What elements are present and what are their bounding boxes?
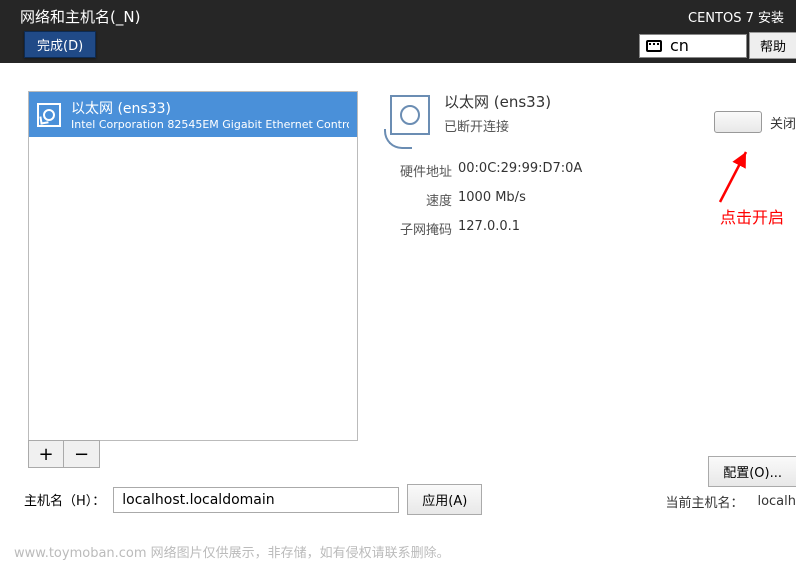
hw-value: 00:0C:29:99:D7:0A [458,161,582,180]
network-item-desc: Intel Corporation 82545EM Gigabit Ethern… [71,118,349,131]
header-bar: 网络和主机名(_N) 完成(D) CENTOS 7 安装 cn 帮助 [0,0,796,63]
mask-value: 127.0.0.1 [458,219,520,238]
watermark-text: www.toymoban.com 网络图片仅供展示，非存储，如有侵权请联系删除。 [14,542,450,561]
page-title: 网络和主机名(_N) [20,6,140,27]
install-label: CENTOS 7 安装 [639,7,796,26]
network-list-item[interactable]: 以太网 (ens33) Intel Corporation 82545EM Gi… [29,92,357,137]
remove-network-button[interactable]: − [64,440,100,468]
list-buttons: + − [28,440,358,468]
current-hostname-value: localh [757,494,796,509]
detail-title: 以太网 (ens33) [444,91,551,112]
keyboard-layout-value: cn [670,36,689,55]
hostname-row: 主机名（H）： 应用(A) [24,484,482,515]
ethernet-large-icon [390,95,430,135]
ethernet-icon [37,103,61,127]
network-item-title: 以太网 (ens33) [71,98,349,118]
network-list[interactable]: 以太网 (ens33) Intel Corporation 82545EM Gi… [28,91,358,441]
keyboard-layout-selector[interactable]: cn [639,34,747,58]
hostname-label: 主机名（H）： [24,490,105,509]
hostname-input[interactable] [113,487,399,513]
speed-label: 速度 [390,190,452,209]
content-area: 以太网 (ens33) Intel Corporation 82545EM Gi… [0,63,796,468]
detail-panel: 以太网 (ens33) 已断开连接 硬件地址 00:0C:29:99:D7:0A… [390,91,796,468]
toggle-state-label: 关闭 [770,113,796,132]
network-list-panel: 以太网 (ens33) Intel Corporation 82545EM Gi… [28,91,358,468]
annotation-text: 点击开启 [720,204,784,228]
connection-toggle[interactable] [714,111,762,133]
keyboard-icon [646,40,662,52]
current-hostname-label: 当前主机名： [665,492,743,511]
mask-label: 子网掩码 [390,219,452,238]
configure-button[interactable]: 配置(O)... [708,456,796,487]
done-button[interactable]: 完成(D) [24,31,96,58]
speed-value: 1000 Mb/s [458,190,526,209]
network-item-text: 以太网 (ens33) Intel Corporation 82545EM Gi… [71,98,349,131]
apply-button[interactable]: 应用(A) [407,484,482,515]
hw-label: 硬件地址 [390,161,452,180]
detail-status: 已断开连接 [444,116,551,135]
add-network-button[interactable]: + [28,440,64,468]
current-hostname: 当前主机名： localh [665,492,796,511]
annotation-arrow-icon [714,146,754,206]
toggle-area: 关闭 [714,111,796,133]
help-button[interactable]: 帮助 [749,32,796,59]
header-right: CENTOS 7 安装 cn 帮助 [639,7,796,59]
